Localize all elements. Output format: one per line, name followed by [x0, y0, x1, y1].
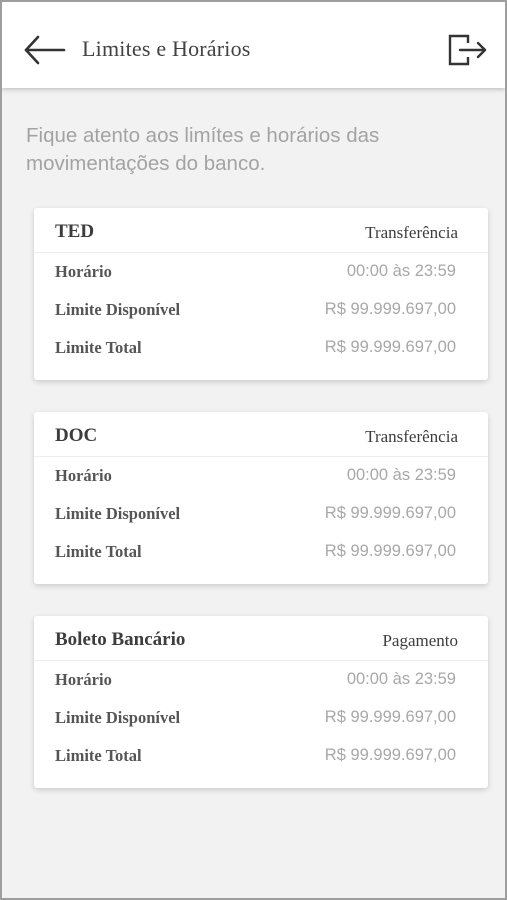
row-label: Limite Total — [55, 746, 142, 765]
row-label: Limite Disponível — [55, 300, 181, 319]
row-label: Limite Total — [55, 338, 142, 357]
row-horario: Horário 00:00 às 23:59 — [34, 253, 488, 291]
limit-card-ted: TED Transferência Horário 00:00 às 23:59… — [34, 208, 488, 380]
card-title: Boleto Bancário — [55, 629, 186, 650]
row-limite-disponivel: Limite Disponível R$ 99.999.697,00 — [34, 291, 488, 329]
card-type: Transferência — [365, 427, 458, 446]
card-header: TED Transferência — [34, 208, 488, 253]
limit-card-boleto: Boleto Bancário Pagamento Horário 00:00 … — [34, 616, 488, 788]
logout-button[interactable] — [446, 30, 490, 70]
intro-text: Fique atento aos limítes e horários das … — [26, 124, 380, 175]
row-limite-total: Limite Total R$ 99.999.697,00 — [34, 737, 488, 775]
logout-icon — [446, 30, 490, 70]
row-value: R$ 99.999.697,00 — [324, 504, 456, 522]
row-value: 00:00 às 23:59 — [346, 670, 456, 688]
card-title: DOC — [55, 425, 98, 446]
row-value: R$ 99.999.697,00 — [324, 708, 456, 726]
card-header: DOC Transferência — [34, 412, 488, 457]
card-type: Transferência — [365, 223, 458, 242]
card-type: Pagamento — [382, 631, 458, 650]
row-horario: Horário 00:00 às 23:59 — [34, 661, 488, 699]
row-value: R$ 99.999.697,00 — [324, 338, 456, 356]
row-limite-disponivel: Limite Disponível R$ 99.999.697,00 — [34, 699, 488, 737]
row-label: Limite Disponível — [55, 504, 181, 523]
row-limite-disponivel: Limite Disponível R$ 99.999.697,00 — [34, 495, 488, 533]
page-title: Limites e Horários — [82, 36, 251, 61]
row-limite-total: Limite Total R$ 99.999.697,00 — [34, 329, 488, 367]
card-header: Boleto Bancário Pagamento — [34, 616, 488, 661]
row-value: R$ 99.999.697,00 — [324, 542, 456, 560]
limit-card-doc: DOC Transferência Horário 00:00 às 23:59… — [34, 412, 488, 584]
row-label: Horário — [55, 262, 112, 281]
app-screen: Limites e Horários Fique atento aos limí… — [0, 0, 507, 900]
back-button[interactable] — [22, 30, 68, 70]
row-label: Limite Total — [55, 542, 142, 561]
row-label: Horário — [55, 670, 112, 689]
row-value: 00:00 às 23:59 — [346, 262, 456, 280]
row-value: R$ 99.999.697,00 — [324, 746, 456, 764]
row-limite-total: Limite Total R$ 99.999.697,00 — [34, 533, 488, 571]
row-value: 00:00 às 23:59 — [346, 466, 456, 484]
row-value: R$ 99.999.697,00 — [324, 300, 456, 318]
row-label: Horário — [55, 466, 112, 485]
row-horario: Horário 00:00 às 23:59 — [34, 457, 488, 495]
arrow-left-icon — [22, 30, 68, 70]
top-app-bar: Limites e Horários — [2, 2, 505, 88]
card-title: TED — [55, 221, 95, 242]
row-label: Limite Disponível — [55, 708, 181, 727]
